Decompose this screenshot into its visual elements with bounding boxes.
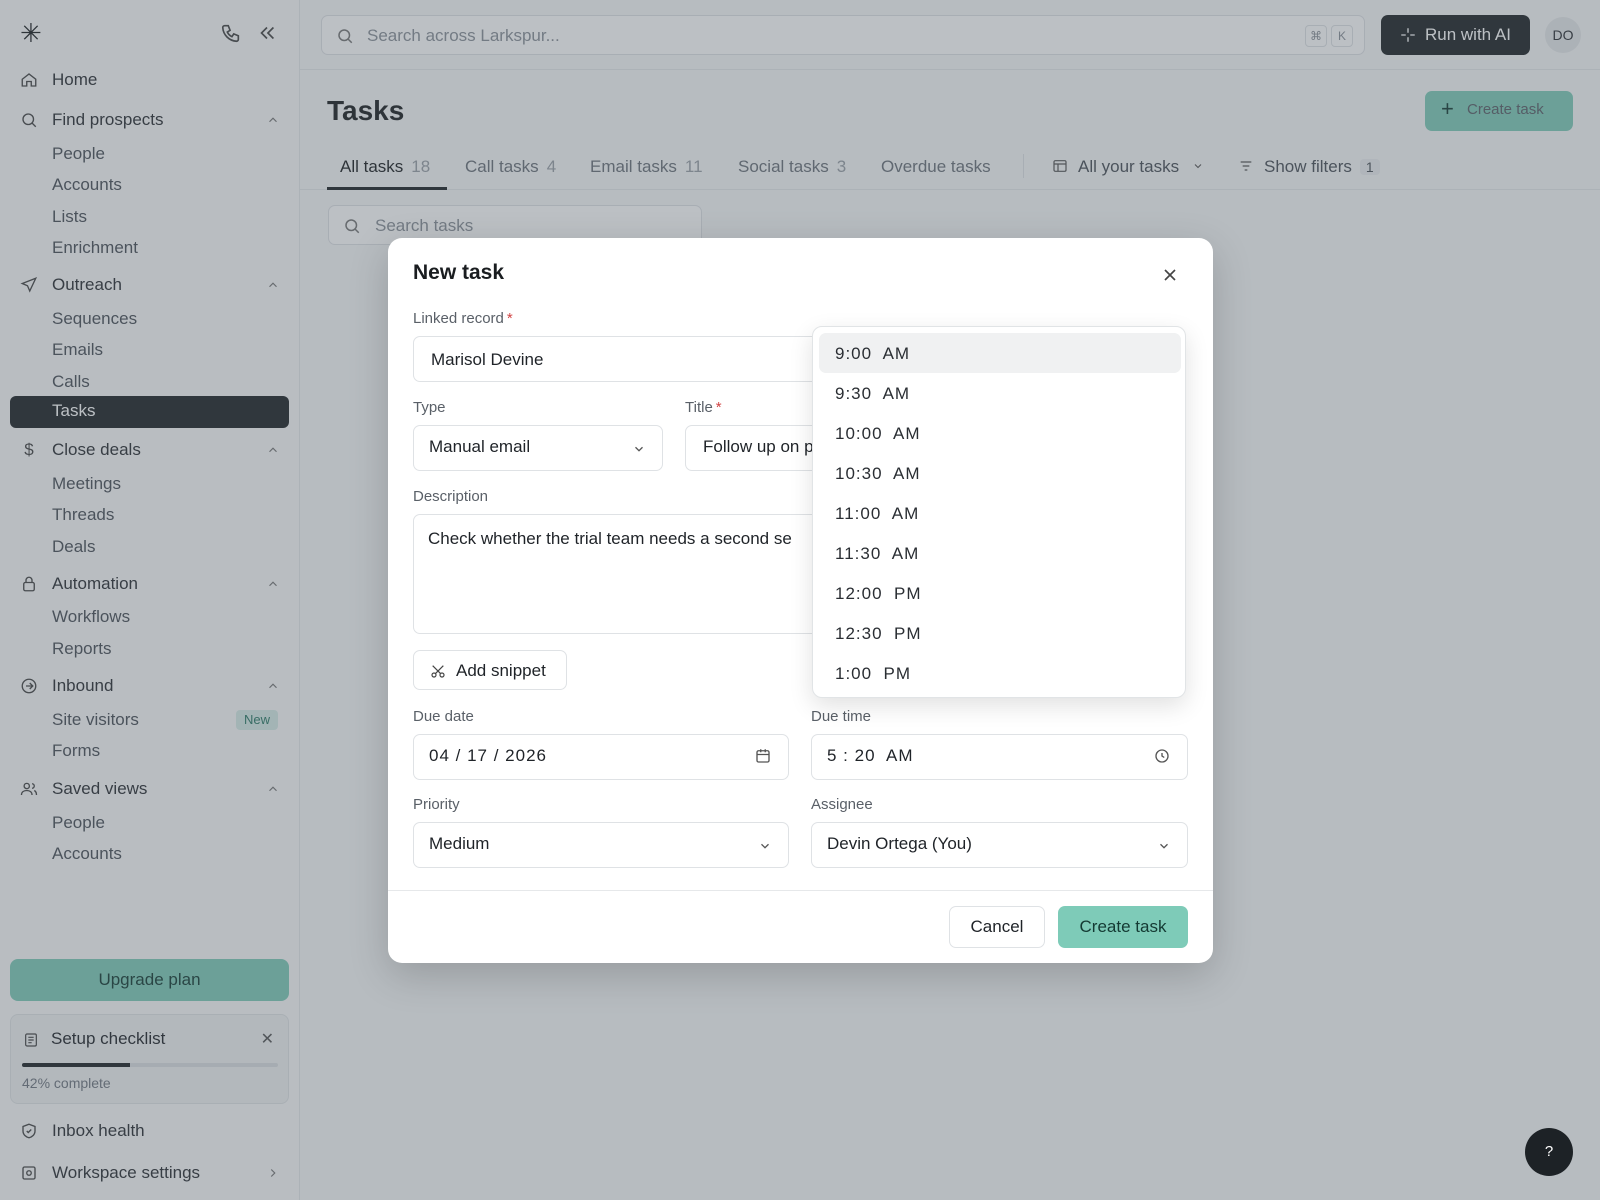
time-option-label: 12:00 PM xyxy=(835,584,922,603)
modal-footer-divider xyxy=(388,890,1213,891)
add-snippet-button[interactable]: Add snippet xyxy=(413,650,567,690)
due-time-value: 5 : 20 AM xyxy=(827,746,914,765)
time-option[interactable]: 1:00 PM xyxy=(819,653,1181,693)
description-label: Description xyxy=(413,488,489,505)
due-time-label: Due time xyxy=(811,708,872,725)
description-textarea[interactable]: Check whether the trial team needs a sec… xyxy=(413,514,833,634)
close-icon[interactable] xyxy=(1160,265,1180,285)
create-task-submit-button[interactable]: Create task xyxy=(1058,906,1188,948)
title-input[interactable]: Follow up on p xyxy=(685,425,833,471)
time-option[interactable]: 9:00 AM xyxy=(819,333,1181,373)
time-option[interactable]: 10:30 AM xyxy=(819,453,1181,493)
time-option-label: 10:00 AM xyxy=(835,424,921,443)
linked-record-label-text: Linked record xyxy=(413,310,504,327)
time-option[interactable]: 9:30 AM xyxy=(819,373,1181,413)
time-option[interactable]: 11:30 AM xyxy=(819,533,1181,573)
time-option-label: 11:30 AM xyxy=(835,544,920,563)
calendar-icon[interactable] xyxy=(754,747,772,765)
time-option-label: 9:00 AM xyxy=(835,344,911,363)
type-value: Manual email xyxy=(429,437,531,456)
time-option[interactable]: 11:00 AM xyxy=(819,493,1181,533)
clock-icon[interactable] xyxy=(1153,747,1171,765)
due-date-label: Due date xyxy=(413,708,474,725)
linked-record-label: Linked record * xyxy=(413,310,513,327)
due-date-value: 04 / 17 / 2026 xyxy=(429,746,547,765)
time-option[interactable]: 12:00 PM xyxy=(819,573,1181,613)
due-time-input[interactable]: 5 : 20 AM xyxy=(811,734,1188,780)
time-option-label: 1:00 PM xyxy=(835,664,912,683)
assignee-select[interactable]: Devin Ortega (You) xyxy=(811,822,1188,868)
time-option-label: 11:00 AM xyxy=(835,504,920,523)
priority-select[interactable]: Medium xyxy=(413,822,789,868)
assignee-value: Devin Ortega (You) xyxy=(827,834,972,853)
time-option[interactable]: 10:00 AM xyxy=(819,413,1181,453)
due-date-input[interactable]: 04 / 17 / 2026 xyxy=(413,734,789,780)
time-option-label: 10:30 AM xyxy=(835,464,921,483)
chevron-down-icon xyxy=(761,843,769,849)
title-label-text: Title xyxy=(685,399,713,416)
linked-record-field[interactable]: Marisol Devine xyxy=(413,336,833,382)
priority-value: Medium xyxy=(429,834,490,853)
priority-label: Priority xyxy=(413,796,460,813)
type-select[interactable]: Manual email xyxy=(413,425,663,471)
help-button[interactable]: ? xyxy=(1525,1128,1573,1176)
assignee-label: Assignee xyxy=(811,796,873,813)
chevron-down-icon xyxy=(1160,843,1168,849)
time-option-label: 12:30 PM xyxy=(835,624,922,643)
add-snippet-label: Add snippet xyxy=(456,661,546,680)
scissors-icon xyxy=(431,665,445,678)
cancel-button[interactable]: Cancel xyxy=(949,906,1045,948)
required-asterisk: * xyxy=(715,399,722,416)
title-value: Follow up on p xyxy=(703,437,814,456)
description-value: Check whether the trial team needs a sec… xyxy=(428,529,792,548)
title-label: Title * xyxy=(685,399,722,416)
time-option-label: 9:30 AM xyxy=(835,384,911,403)
time-dropdown: 9:00 AM 9:30 AM 10:00 AM 10:30 AM 11:00 … xyxy=(812,326,1186,698)
linked-record-value: Marisol Devine xyxy=(431,350,544,369)
chevron-down-icon xyxy=(635,446,643,452)
type-label: Type xyxy=(413,399,446,416)
time-option[interactable]: 12:30 PM xyxy=(819,613,1181,653)
modal-title: New task xyxy=(413,261,505,284)
required-asterisk: * xyxy=(506,310,513,327)
